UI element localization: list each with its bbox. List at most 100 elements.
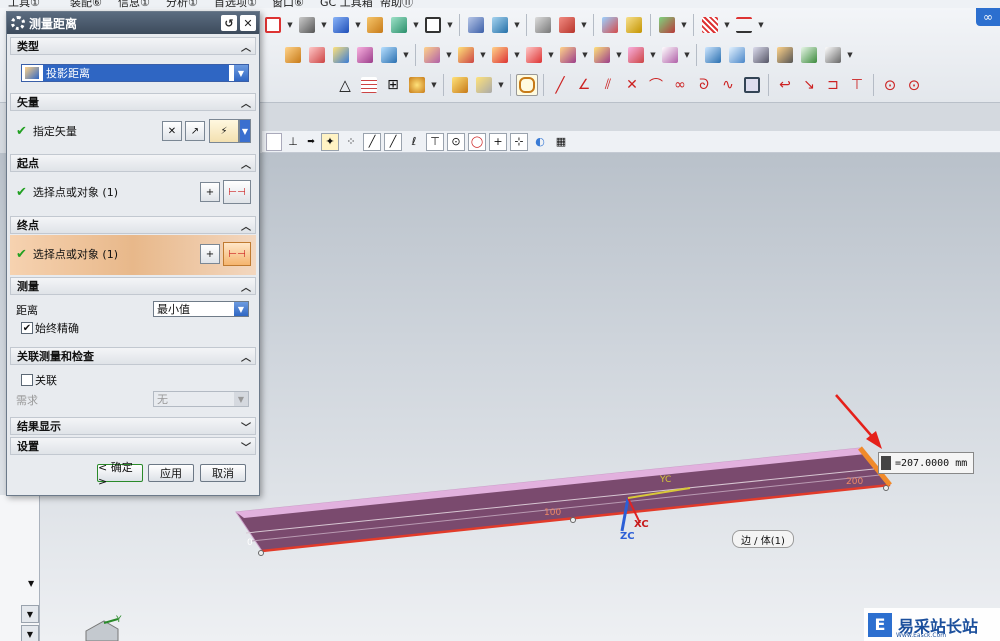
sew-icon[interactable] (822, 44, 844, 66)
mesh-surface-icon[interactable] (726, 44, 748, 66)
clip-section-icon[interactable] (489, 14, 511, 36)
vector-dialog-button[interactable]: ↗ (185, 121, 205, 141)
menu-preferences[interactable]: 首选项① (214, 0, 257, 8)
chevron-up-icon[interactable]: ︿ (241, 279, 251, 294)
chevron-down-icon[interactable]: ▼ (497, 74, 505, 96)
endpoint-snap-icon[interactable]: ⁘ (342, 133, 360, 151)
chevron-down-icon[interactable]: ▼ (723, 14, 731, 36)
chevron-down-icon[interactable]: ▼ (615, 44, 623, 66)
unite-icon[interactable] (421, 44, 443, 66)
assembly-icon[interactable] (449, 74, 471, 96)
layer-icon[interactable] (364, 14, 386, 36)
control-point-icon[interactable]: ℓ (405, 133, 423, 151)
point-on-curve-icon[interactable]: ⊹ (510, 132, 528, 151)
rectangle-icon[interactable] (741, 74, 763, 96)
background-color-icon[interactable] (422, 14, 444, 36)
dimension-icon[interactable] (699, 14, 721, 36)
table-icon[interactable] (358, 74, 380, 96)
chevron-down-icon[interactable]: ▼ (21, 605, 39, 623)
select-object-button[interactable]: ⊢⊣ (223, 180, 251, 204)
arc-icon[interactable]: ⌒ (645, 74, 667, 96)
always-exact-checkbox[interactable]: ✔ (21, 322, 33, 334)
chevron-down-icon[interactable]: ▼ (649, 44, 657, 66)
cancel-button[interactable]: 取消 (200, 464, 246, 482)
menu-window[interactable]: 窗口⑥ (272, 0, 304, 8)
sweep-icon[interactable] (774, 44, 796, 66)
chamfer-icon[interactable] (557, 44, 579, 66)
chevron-down-icon[interactable]: ▼ (683, 44, 691, 66)
offset-icon[interactable] (798, 44, 820, 66)
pattern-snap-icon[interactable]: ▦ (552, 133, 570, 151)
apply-button[interactable]: 应用 (148, 464, 194, 482)
chevron-up-icon[interactable]: ︿ (241, 218, 251, 233)
chevron-up-icon[interactable]: ︿ (241, 349, 251, 364)
point-dialog-button[interactable]: + (200, 182, 220, 202)
intersection-point-icon[interactable]: ⊤ (426, 132, 444, 151)
angle-line-icon[interactable]: ∠ (573, 74, 595, 96)
point-dialog-button[interactable]: + (200, 244, 220, 264)
reverse-direction-button[interactable]: ✕ (162, 121, 182, 141)
subtract-icon[interactable] (455, 44, 477, 66)
triangle-icon[interactable]: △ (334, 74, 356, 96)
menu-assembly[interactable]: 装配⑥ (70, 0, 102, 8)
ok-button[interactable]: < 确定 > (97, 461, 143, 488)
chevron-down-icon[interactable]: ▼ (513, 14, 521, 36)
cylinder-icon[interactable] (306, 44, 328, 66)
measure-icon[interactable] (599, 14, 621, 36)
chevron-down-icon[interactable]: ▼ (547, 44, 555, 66)
circle-point-icon[interactable]: ⊙ (903, 74, 925, 96)
section-measure-header[interactable]: 测量 ︿ (10, 277, 256, 295)
select-object-button[interactable]: ⊢⊣ (223, 242, 251, 266)
scroll-down-icon[interactable]: ▼ (28, 579, 34, 588)
end-select-row[interactable]: ✔ 选择点或对象 (1) (16, 246, 118, 262)
chevron-down-icon[interactable]: ▼ (757, 14, 765, 36)
trim-curve-icon[interactable]: ↘ (798, 74, 820, 96)
chevron-down-icon[interactable]: ▼ (580, 14, 588, 36)
chevron-down-icon[interactable]: ▼ (354, 14, 362, 36)
close-icon[interactable]: ✕ (240, 15, 256, 31)
chevron-down-icon[interactable]: ▼ (513, 44, 521, 66)
inferred-vector-button[interactable]: ⚡ (209, 119, 239, 143)
distance-select[interactable]: 最小值 ▼ (153, 301, 249, 317)
snap-point-enable-icon[interactable]: ✦ (321, 132, 339, 151)
associative-row[interactable]: 关联 (21, 372, 57, 388)
section-result-header[interactable]: 结果显示 ﹀ (10, 417, 256, 435)
chevron-down-icon[interactable]: ﹀ (241, 419, 251, 434)
dialog-title-bar[interactable]: 测量距离 ↺ ✕ (7, 12, 259, 34)
mirror-icon[interactable] (659, 44, 681, 66)
extrude-icon[interactable] (330, 44, 352, 66)
shaded-view-icon[interactable] (296, 14, 318, 36)
chevron-down-icon[interactable]: ﹀ (241, 439, 251, 454)
chevron-down-icon[interactable]: ▼ (412, 14, 420, 36)
chevron-down-icon[interactable]: ▼ (846, 44, 854, 66)
section-end-header[interactable]: 终点 ︿ (10, 216, 256, 234)
component-icon[interactable] (473, 74, 495, 96)
section-settings-header[interactable]: 设置 ﹀ (10, 437, 256, 455)
chevron-up-icon[interactable]: ︿ (241, 39, 251, 54)
chevron-down-icon[interactable]: ▼ (446, 14, 454, 36)
chevron-down-icon[interactable]: ▼ (680, 14, 688, 36)
specify-vector-row[interactable]: ✔ 指定矢量 (16, 123, 77, 139)
sketch-icon[interactable] (556, 14, 578, 36)
chevron-up-icon[interactable]: ︿ (241, 95, 251, 110)
associative-checkbox[interactable] (21, 374, 33, 386)
quadrant-point-icon[interactable]: ◯ (468, 132, 486, 151)
mid-point-icon[interactable]: ╱ (384, 132, 402, 151)
fillet-curve-icon[interactable]: ↩ (774, 74, 796, 96)
section-assoc-header[interactable]: 关联测量和检查 ︿ (10, 347, 256, 365)
chevron-down-icon[interactable]: ▼ (21, 625, 39, 641)
existing-point-icon[interactable]: + (489, 132, 507, 151)
revolve-icon[interactable] (354, 44, 376, 66)
menu-tools[interactable]: 工具① (8, 0, 40, 8)
grid-icon[interactable]: ⊞ (382, 74, 404, 96)
chevron-down-icon[interactable]: ▼ (234, 302, 248, 316)
gear-icon[interactable] (11, 16, 25, 30)
link-icon[interactable] (516, 74, 538, 96)
selection-filter-dropdown[interactable] (266, 132, 282, 151)
chevron-down-icon[interactable]: ▼ (430, 74, 438, 96)
move-object-icon[interactable] (656, 14, 678, 36)
chevron-down-icon[interactable]: ▼ (445, 44, 453, 66)
chevron-down-icon[interactable]: ▼ (239, 119, 251, 143)
cross-line-icon[interactable]: ✕ (621, 74, 643, 96)
section-vector-header[interactable]: 矢量 ︿ (10, 93, 256, 111)
